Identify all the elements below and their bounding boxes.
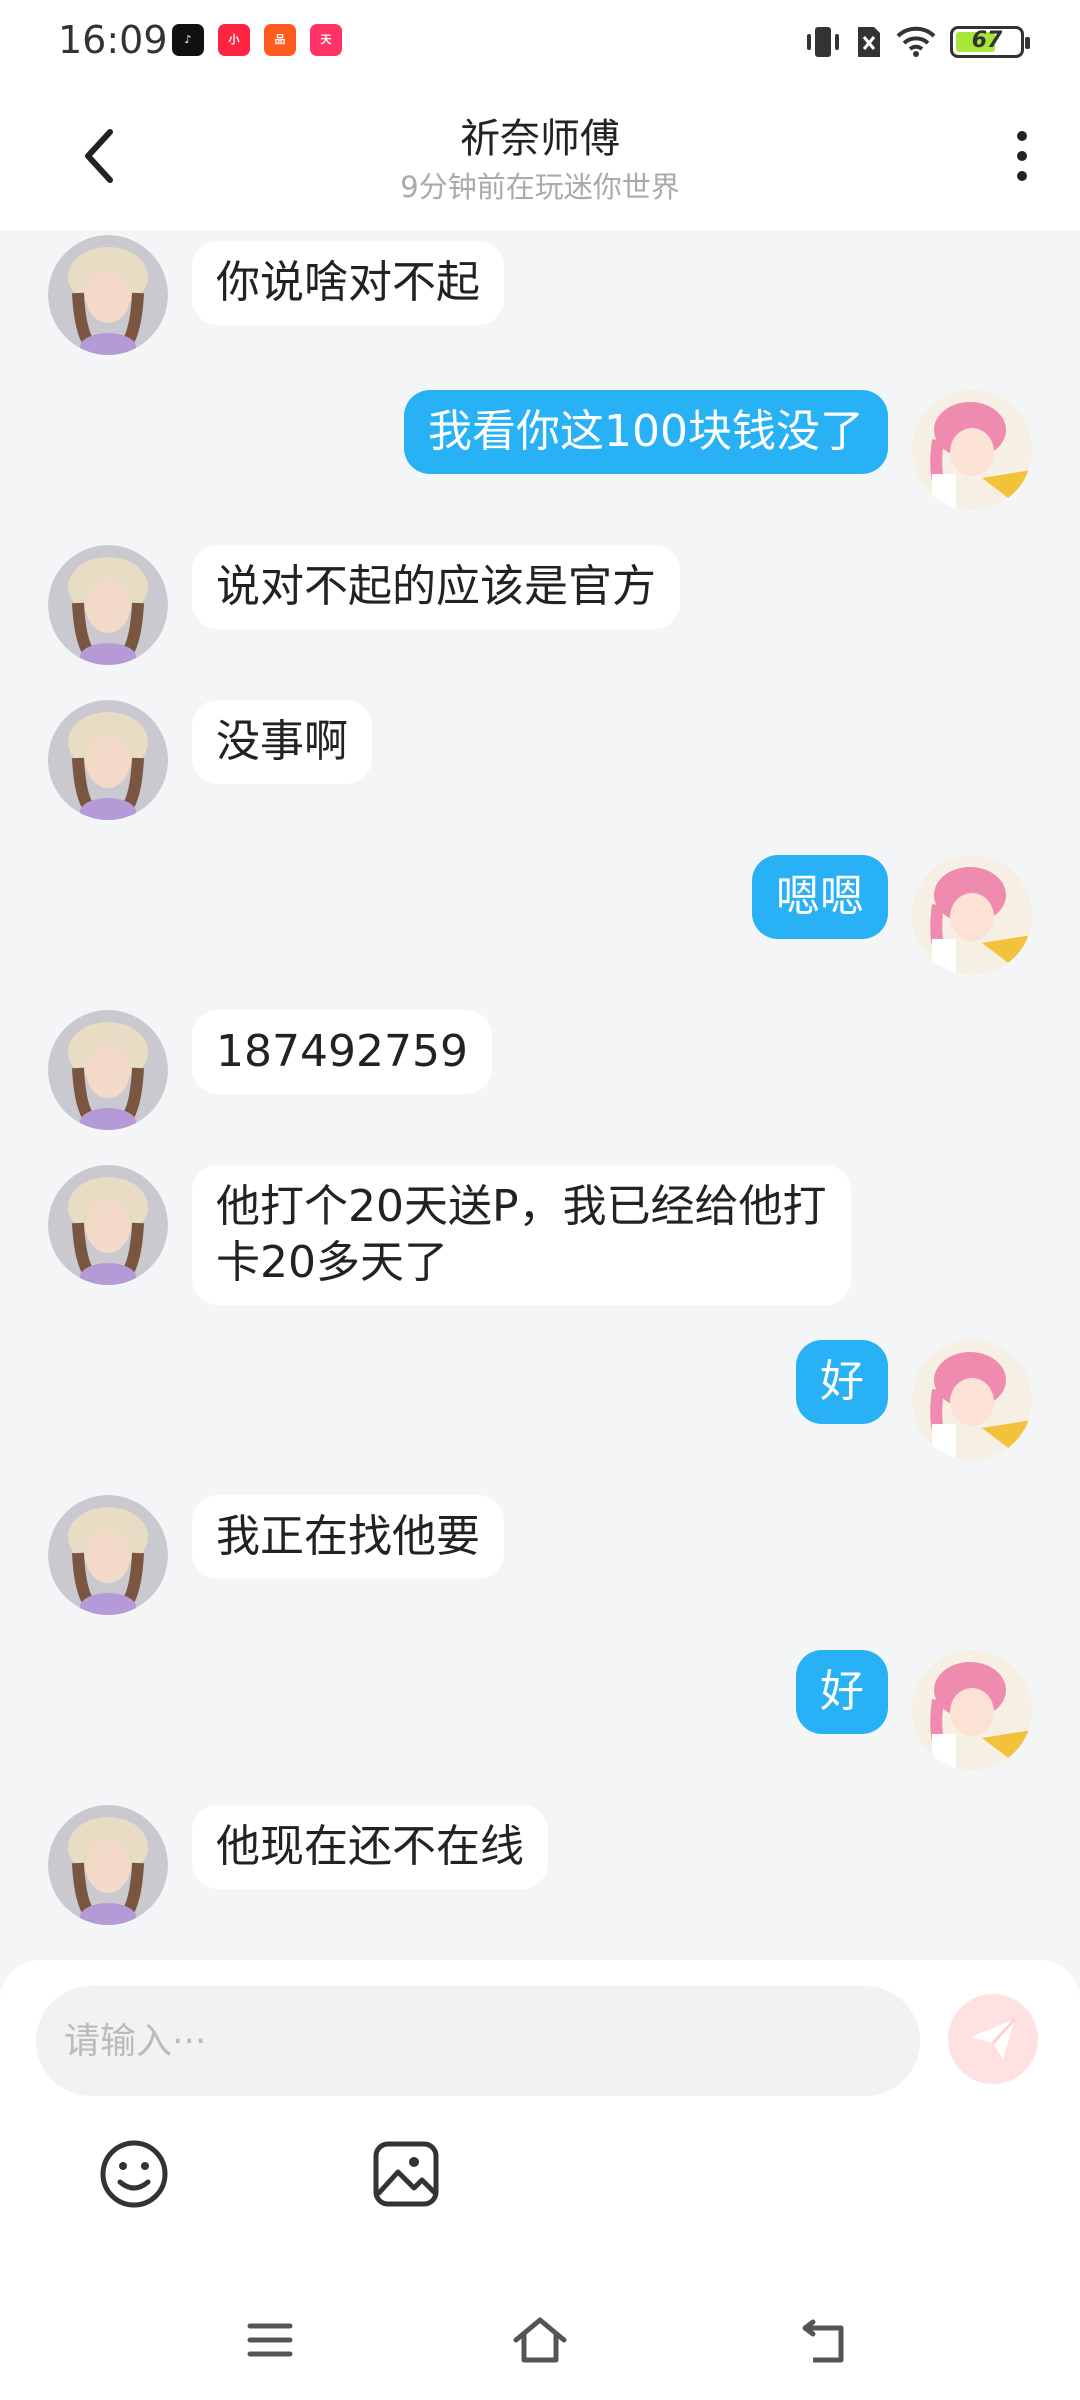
message-bubble[interactable]: 没事啊 (192, 700, 372, 784)
vibrate-icon (807, 27, 839, 57)
my-avatar[interactable] (912, 1340, 1032, 1460)
message-bubble[interactable]: 你说啥对不起 (192, 241, 504, 325)
message-bubble[interactable]: 说对不起的应该是官方 (192, 545, 680, 629)
message-bubble[interactable]: 好 (796, 1340, 888, 1424)
status-bar: 16:09 ♪ 小 品 天 67 (0, 0, 1080, 82)
contact-status: 9分钟前在玩迷你世界 (400, 170, 680, 204)
message-bubble[interactable]: 他打个20天送P，我已经给他打 卡20多天了 (192, 1165, 851, 1305)
contact-avatar[interactable] (48, 1010, 168, 1130)
app-icon: 品 (264, 24, 296, 56)
more-options-icon[interactable] (1010, 126, 1034, 186)
contact-avatar[interactable] (48, 545, 168, 665)
xiaohongshu-icon: 小 (218, 24, 250, 56)
message-bubble[interactable]: 187492759 (192, 1010, 492, 1094)
system-icons: 67 (804, 22, 1030, 62)
message-bubble[interactable]: 他现在还不在线 (192, 1805, 548, 1889)
home-icon[interactable] (510, 2310, 570, 2370)
status-time: 16:09 (58, 18, 168, 62)
message-bubble[interactable]: 我正在找他要 (192, 1495, 504, 1579)
contact-avatar[interactable] (48, 1165, 168, 1285)
message-bubble[interactable]: 我看你这100块钱没了 (404, 390, 888, 474)
wifi-icon (896, 26, 936, 57)
emoji-icon[interactable] (98, 2138, 170, 2210)
system-navigation-bar (0, 2280, 1080, 2400)
page-title: 祈奈师傅 (460, 116, 620, 162)
no-sim-icon (858, 27, 880, 57)
back-icon[interactable] (795, 2310, 855, 2370)
image-icon[interactable] (370, 2138, 442, 2210)
contact-avatar[interactable] (48, 1495, 168, 1615)
my-avatar[interactable] (912, 855, 1032, 975)
tmall-icon: 天 (310, 24, 342, 56)
my-avatar[interactable] (912, 1650, 1032, 1770)
contact-avatar[interactable] (48, 235, 168, 355)
contact-avatar[interactable] (48, 700, 168, 820)
send-button[interactable] (948, 1994, 1038, 2084)
chat-header: 祈奈师傅 9分钟前在玩迷你世界 (0, 82, 1080, 230)
send-icon (971, 2017, 1017, 2059)
contact-avatar[interactable] (48, 1805, 168, 1925)
message-list[interactable]: 你说啥对不起 我看你这100块钱没了 说对不起的应该是官方 没事啊 嗯嗯 187… (0, 230, 1080, 1960)
battery-icon: 67 (950, 26, 1030, 58)
message-bubble[interactable]: 好 (796, 1650, 888, 1734)
menu-icon[interactable] (240, 2310, 300, 2370)
message-bubble[interactable]: 嗯嗯 (752, 855, 888, 939)
battery-level: 67 (971, 28, 1003, 53)
tiktok-icon: ♪ (172, 24, 204, 56)
my-avatar[interactable] (912, 390, 1032, 510)
message-input[interactable] (36, 1986, 920, 2096)
